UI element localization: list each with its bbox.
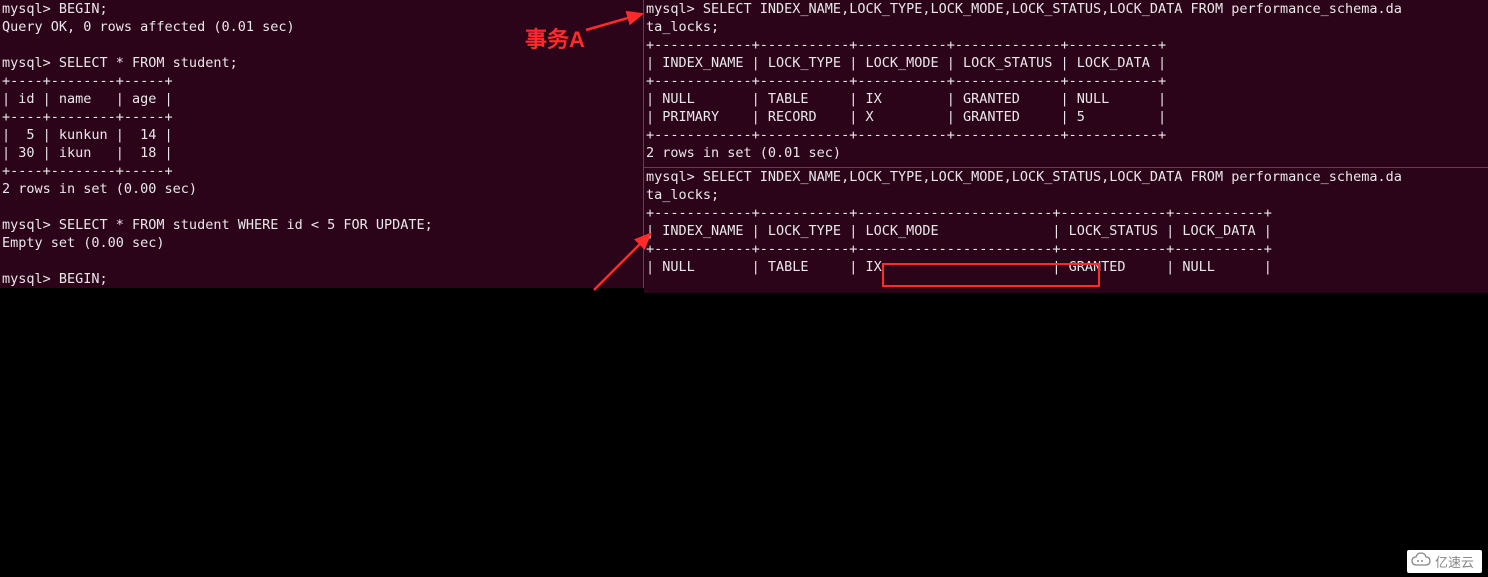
- cloud-icon: [1411, 552, 1431, 568]
- terminal-left[interactable]: mysql> BEGIN; Query OK, 0 rows affected …: [0, 0, 644, 288]
- watermark: 亿速云: [1407, 550, 1482, 573]
- terminal-right-top[interactable]: mysql> SELECT INDEX_NAME,LOCK_TYPE,LOCK_…: [644, 0, 1488, 168]
- terminal-right-bottom[interactable]: mysql> SELECT INDEX_NAME,LOCK_TYPE,LOCK_…: [644, 168, 1488, 293]
- watermark-text: 亿速云: [1435, 555, 1474, 570]
